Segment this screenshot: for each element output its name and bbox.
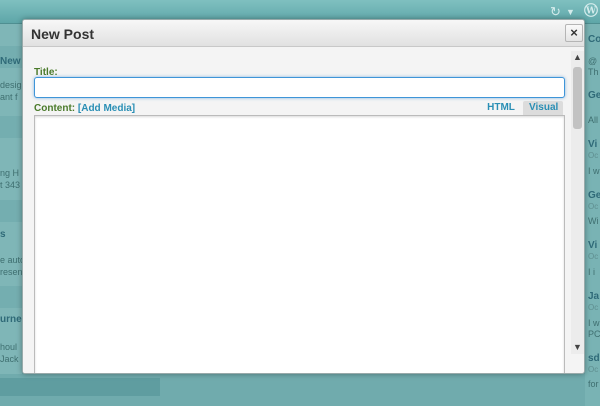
bg-right-fragment: Oc	[588, 202, 599, 211]
bg-right-fragment: Oc	[588, 303, 599, 312]
scroll-thumb[interactable]	[573, 67, 582, 129]
bg-left-fragment: houl	[0, 342, 18, 352]
background-left-column: New desig ant f ng H t 343 s e auto rese…	[0, 24, 22, 406]
bg-right-fragment: I w	[588, 166, 600, 176]
background-bottom-area	[0, 374, 585, 406]
bg-left-fragment: urne	[0, 314, 22, 325]
bg-right-fragment: Ge	[588, 90, 600, 101]
add-media-link[interactable]: [Add Media]	[78, 103, 135, 114]
bg-left-fragment: ng H	[0, 168, 20, 178]
bg-right-fragment: Oc	[588, 151, 599, 160]
bg-right-fragment: Vi	[588, 139, 598, 150]
bg-right-fragment: sd	[588, 353, 600, 364]
bg-right-fragment: PC	[588, 329, 600, 339]
background-right-column: Co @ Th Ge All Vi Oc I w Ge Oc Wi Vi Oc …	[585, 24, 600, 406]
scroll-up-icon[interactable]: ▲	[571, 51, 584, 64]
refresh-icon[interactable]: ↻	[550, 4, 561, 20]
bg-left-fragment: desig	[0, 80, 22, 90]
bg-right-fragment: Co	[588, 34, 600, 45]
scroll-down-icon[interactable]: ▼	[571, 341, 584, 354]
bg-right-fragment: Ge	[588, 190, 600, 201]
bg-right-fragment: Th	[588, 67, 599, 77]
bg-right-fragment: Oc	[588, 252, 599, 261]
bg-right-fragment: All	[588, 115, 599, 125]
bg-left-fragment: Jack	[0, 354, 19, 364]
bg-left-fragment: New	[0, 56, 21, 67]
bg-left-fragment: resen	[0, 267, 22, 277]
bg-right-fragment: I i	[588, 267, 596, 277]
bg-right-fragment: for	[588, 379, 599, 389]
content-editor[interactable]	[34, 115, 565, 373]
dialog-body: Title: Content: [Add Media] HTML Visual	[23, 48, 570, 373]
dialog-scrollbar[interactable]: ▲ ▼	[571, 51, 584, 354]
dialog-title: New Post	[31, 26, 95, 42]
tab-html[interactable]: HTML	[480, 101, 522, 115]
content-label: Content:	[34, 103, 76, 114]
bg-left-fragment: e auto	[0, 255, 22, 265]
bg-right-fragment: I w	[588, 318, 600, 328]
bg-left-fragment: t 343	[0, 180, 21, 190]
bg-right-fragment: Vi	[588, 240, 598, 251]
chevron-down-icon[interactable]: ▼	[566, 7, 575, 17]
bg-right-fragment: Ja	[588, 291, 600, 302]
new-post-dialog: New Post × Title: Content: [Add Media] H…	[22, 19, 585, 374]
dialog-header: New Post ×	[23, 20, 584, 47]
bg-left-fragment: s	[0, 229, 6, 240]
tab-visual[interactable]: Visual	[523, 101, 563, 115]
close-button[interactable]: ×	[565, 24, 583, 42]
content-label-row: Content: [Add Media]	[34, 103, 135, 114]
bg-right-fragment: Wi	[588, 216, 599, 226]
title-input[interactable]	[34, 77, 565, 98]
bg-right-fragment: @	[588, 56, 598, 66]
wordpress-logo: W	[584, 3, 598, 20]
svg-text:W: W	[585, 7, 597, 17]
bg-right-fragment: Oc	[588, 365, 599, 374]
bg-left-fragment: ant f	[0, 92, 18, 102]
